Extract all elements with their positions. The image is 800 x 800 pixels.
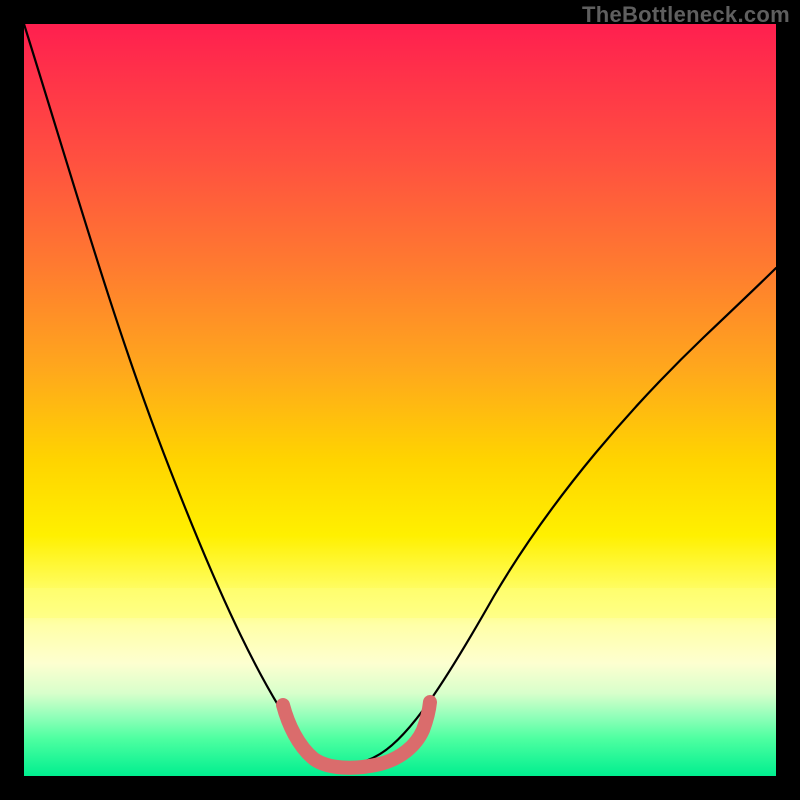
chart-frame: TheBottleneck.com <box>0 0 800 800</box>
plot-area <box>24 24 776 776</box>
bottleneck-curve <box>24 24 776 764</box>
optimal-zone-marker <box>283 702 430 768</box>
chart-svg <box>24 24 776 776</box>
